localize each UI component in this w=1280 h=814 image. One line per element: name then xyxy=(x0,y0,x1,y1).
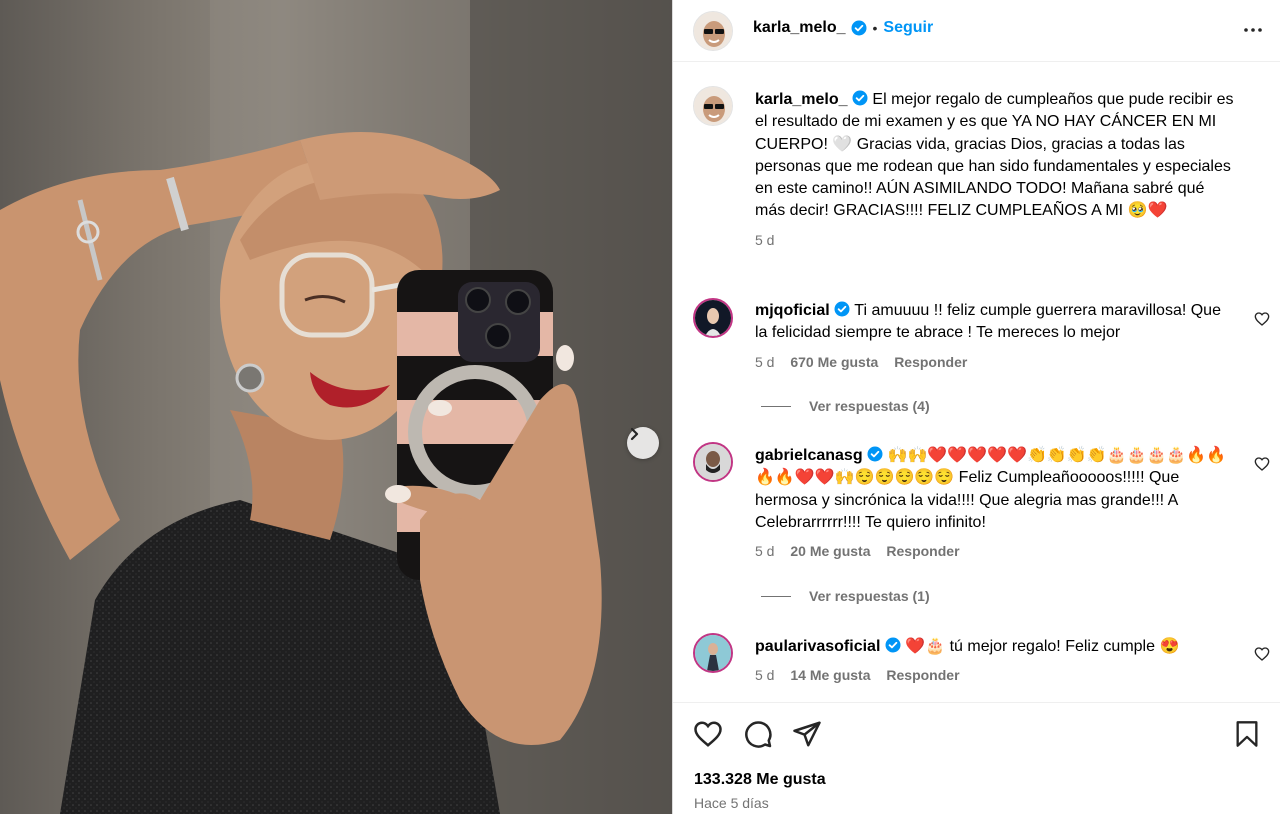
comment-username[interactable]: mjqoficial xyxy=(755,302,830,319)
comment-body: mjqoficial Ti amuuuu !! feliz cumple gue… xyxy=(755,300,1235,345)
view-replies-button[interactable]: Ver respuestas (1) xyxy=(761,588,930,604)
caption-age[interactable]: 5 d xyxy=(755,232,774,248)
replies-divider xyxy=(761,595,791,597)
caption-username[interactable]: karla_melo_ xyxy=(755,91,848,108)
post-likes-count[interactable]: 133.328 Me gusta xyxy=(694,771,826,789)
comment-avatar[interactable] xyxy=(693,633,733,673)
avatar-image xyxy=(695,300,731,336)
post-photo[interactable] xyxy=(0,0,672,814)
replies-divider xyxy=(761,405,791,407)
comment-username[interactable]: gabrielcanasg xyxy=(755,447,863,464)
post-timestamp[interactable]: Hace 5 días xyxy=(694,795,769,811)
view-replies-button[interactable]: Ver respuestas (4) xyxy=(761,398,930,414)
caption-body: karla_melo_ El mejor regalo de cumpleaño… xyxy=(755,89,1235,223)
avatar-image xyxy=(694,12,732,50)
avatar-image xyxy=(695,635,731,671)
caption-avatar[interactable] xyxy=(693,86,733,126)
header-username[interactable]: karla_melo_ xyxy=(753,19,846,37)
instagram-post-modal: karla_melo_ • Seguir karla_melo_ El mejo… xyxy=(0,0,1280,814)
reply-button[interactable]: Responder xyxy=(894,354,967,370)
comment: paularivasoficial ❤️🎂 tú mejor regalo! F… xyxy=(755,636,1235,683)
comment: gabrielcanasg 🙌🙌❤️❤️❤️❤️❤️👏👏👏👏🎂🎂🎂🎂🔥🔥🔥🔥❤️… xyxy=(755,445,1235,559)
post-photo-illustration xyxy=(0,0,672,814)
post-details-panel: karla_melo_ • Seguir karla_melo_ El mejo… xyxy=(672,0,1280,814)
comment-meta: 5 d 20 Me gusta Responder xyxy=(755,543,1235,559)
avatar-image xyxy=(695,444,731,480)
reply-button[interactable]: Responder xyxy=(886,667,959,683)
header-identity: karla_melo_ • Seguir xyxy=(753,19,933,37)
bookmark-icon[interactable] xyxy=(1233,719,1261,749)
more-options-icon xyxy=(1244,28,1262,32)
like-comment-heart-icon[interactable] xyxy=(1254,646,1270,662)
post-header: karla_melo_ • Seguir xyxy=(673,0,1280,62)
caption-meta: 5 d xyxy=(755,232,1235,248)
verified-badge-icon xyxy=(867,446,883,462)
comment-meta: 5 d 14 Me gusta Responder xyxy=(755,667,1235,683)
verified-badge-icon xyxy=(852,90,868,106)
next-photo-button[interactable] xyxy=(627,427,659,459)
comment-icon[interactable] xyxy=(743,719,773,749)
more-options-button[interactable] xyxy=(1241,18,1265,47)
view-replies-label: Ver respuestas (4) xyxy=(809,398,930,414)
verified-badge-icon xyxy=(885,637,901,653)
caption-text: El mejor regalo de cumpleaños que pude r… xyxy=(755,91,1234,220)
comment-avatar[interactable] xyxy=(693,442,733,482)
comment-body: paularivasoficial ❤️🎂 tú mejor regalo! F… xyxy=(755,636,1235,658)
avatar-image xyxy=(694,87,732,125)
comment-age[interactable]: 5 d xyxy=(755,354,774,370)
verified-badge-icon xyxy=(834,301,850,317)
follow-button[interactable]: Seguir xyxy=(883,19,933,37)
comment-username[interactable]: paularivasoficial xyxy=(755,638,880,655)
heart-icon[interactable] xyxy=(693,719,723,749)
chevron-right-icon xyxy=(630,427,639,441)
share-icon[interactable] xyxy=(792,719,822,749)
reply-button[interactable]: Responder xyxy=(886,543,959,559)
like-comment-heart-icon[interactable] xyxy=(1254,311,1270,327)
comment-age[interactable]: 5 d xyxy=(755,667,774,683)
comment-meta: 5 d 670 Me gusta Responder xyxy=(755,354,1235,370)
comment-body: gabrielcanasg 🙌🙌❤️❤️❤️❤️❤️👏👏👏👏🎂🎂🎂🎂🔥🔥🔥🔥❤️… xyxy=(755,445,1235,534)
comment: mjqoficial Ti amuuuu !! feliz cumple gue… xyxy=(755,300,1235,370)
caption: karla_melo_ El mejor regalo de cumpleaño… xyxy=(755,89,1235,248)
view-replies-label: Ver respuestas (1) xyxy=(809,588,930,604)
verified-badge-icon xyxy=(851,20,867,36)
comment-avatar[interactable] xyxy=(693,298,733,338)
comment-age[interactable]: 5 d xyxy=(755,543,774,559)
avatar[interactable] xyxy=(693,11,733,51)
like-comment-heart-icon[interactable] xyxy=(1254,456,1270,472)
comment-likes[interactable]: 20 Me gusta xyxy=(790,543,870,559)
comment-text: ❤️🎂 tú mejor regalo! Feliz cumple 😍 xyxy=(905,638,1180,655)
comment-likes[interactable]: 14 Me gusta xyxy=(790,667,870,683)
header-separator: • xyxy=(872,20,878,36)
comment-likes[interactable]: 670 Me gusta xyxy=(790,354,878,370)
post-actions: 133.328 Me gusta Hace 5 días xyxy=(673,702,1280,814)
